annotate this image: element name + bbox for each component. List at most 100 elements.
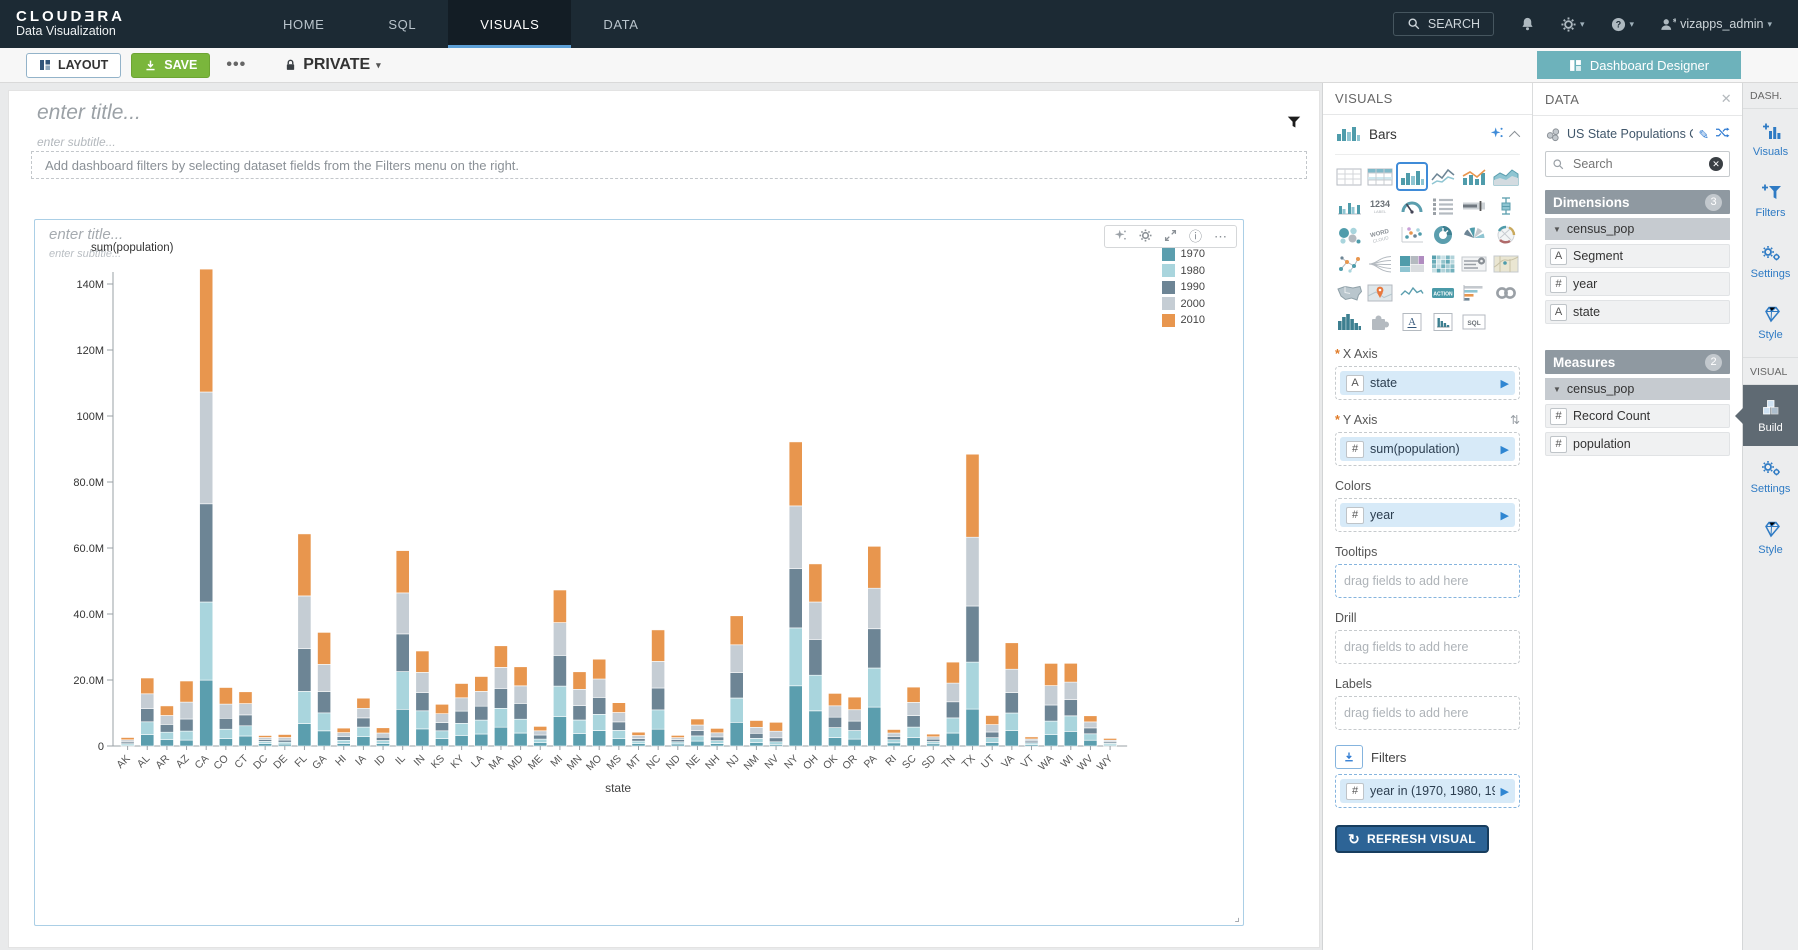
user-menu-button[interactable]: ✱ vizapps_admin ▾ <box>1660 17 1772 32</box>
y-axis-field-pill[interactable]: # sum(population) ▶ <box>1340 437 1515 461</box>
more-icon[interactable]: ⋯ <box>1214 230 1227 243</box>
save-button[interactable]: SAVE <box>131 53 210 78</box>
nav-tab-home[interactable]: HOME <box>251 0 356 48</box>
field-menu-caret-icon[interactable]: ▶ <box>1501 443 1509 456</box>
legend-item-1970[interactable]: 1970 <box>1162 246 1205 263</box>
nav-tab-data[interactable]: DATA <box>571 0 670 48</box>
edit-dataset-icon[interactable]: ✎ <box>1699 127 1709 142</box>
help-menu-button[interactable]: ? ▾ <box>1611 17 1635 32</box>
visual-type-grouped-bars-icon[interactable] <box>1335 193 1363 218</box>
field-row-segment[interactable]: ASegment <box>1545 244 1730 268</box>
sidebar-item-visual-build[interactable]: Build <box>1743 385 1798 446</box>
sidebar-item-dash-filters[interactable]: Filters <box>1743 170 1798 231</box>
search-button[interactable]: SEARCH <box>1393 12 1494 36</box>
more-actions-button[interactable]: ••• <box>226 56 246 74</box>
field-row-year[interactable]: #year <box>1545 272 1730 296</box>
expand-icon[interactable] <box>1164 229 1177 244</box>
visual-type-field-slicer-icon[interactable] <box>1460 251 1488 276</box>
sort-icon[interactable]: ⇅ <box>1510 413 1520 427</box>
sparkle-icon[interactable] <box>1490 126 1504 143</box>
field-row-record-count[interactable]: #Record Count <box>1545 404 1730 428</box>
dashboard-subtitle-input[interactable]: enter subtitle... <box>37 135 116 149</box>
drill-dropzone[interactable]: drag fields to add here <box>1335 630 1520 664</box>
sidebar-item-dash-style[interactable]: Style <box>1743 292 1798 353</box>
privacy-dropdown[interactable]: PRIVATE ▾ <box>284 56 381 74</box>
resize-handle-icon[interactable]: ⌟ <box>1234 910 1240 924</box>
dataset-name[interactable]: US State Populations O... <box>1567 127 1693 141</box>
sparkle-icon[interactable] <box>1114 229 1127 244</box>
close-icon[interactable]: ✕ <box>1721 91 1732 107</box>
y-axis-dropzone[interactable]: # sum(population) ▶ <box>1335 432 1520 466</box>
legend-item-2010[interactable]: 2010 <box>1162 312 1205 329</box>
field-menu-caret-icon[interactable]: ▶ <box>1501 377 1509 390</box>
visual-type-chord-icon[interactable] <box>1492 222 1520 247</box>
visual-type-areas-icon[interactable] <box>1492 164 1520 189</box>
field-menu-caret-icon[interactable]: ▶ <box>1501 785 1509 798</box>
sidebar-item-visual-settings[interactable]: Settings <box>1743 446 1798 507</box>
nav-tab-visuals[interactable]: VISUALS <box>448 0 571 48</box>
sidebar-item-visual-style[interactable]: Style <box>1743 507 1798 568</box>
stacked-bar-chart[interactable]: 020.0M40.0M60.0M80.0M100M120M140MAKALARA… <box>61 258 1171 811</box>
visual-type-link-icon[interactable] <box>1492 280 1520 305</box>
labels-dropzone[interactable]: drag fields to add here <box>1335 696 1520 730</box>
visual-type-rich-text-icon[interactable]: A <box>1398 309 1426 334</box>
field-menu-caret-icon[interactable]: ▶ <box>1501 509 1509 522</box>
notifications-button[interactable] <box>1520 16 1535 32</box>
legend-item-2000[interactable]: 2000 <box>1162 296 1205 313</box>
visual-type-gauge-icon[interactable] <box>1398 193 1426 218</box>
clear-search-icon[interactable]: ✕ <box>1709 157 1723 171</box>
visual-type-timeline-chart-icon[interactable] <box>1429 309 1457 334</box>
visual-type-action-button-icon[interactable]: ACTION <box>1429 280 1457 305</box>
visual-tile[interactable]: enter title... enter subtitle... ⓘ ⋯ sum… <box>34 219 1244 926</box>
dimensions-header[interactable]: Dimensions 3 <box>1545 190 1730 214</box>
gear-icon[interactable] <box>1139 229 1152 244</box>
visual-type-dendrogram-icon[interactable] <box>1366 251 1394 276</box>
switch-dataset-icon[interactable] <box>1715 126 1730 142</box>
dashboard-title-input[interactable]: enter title... <box>37 101 141 125</box>
info-icon[interactable]: ⓘ <box>1189 230 1202 243</box>
collapse-chevron-icon[interactable] <box>1509 130 1520 141</box>
visual-type-sparklines-icon[interactable] <box>1398 280 1426 305</box>
visual-type-kpi-icon[interactable]: 1234LABEL <box>1366 193 1394 218</box>
x-axis-field-pill[interactable]: A state ▶ <box>1340 371 1515 395</box>
nav-tab-sql[interactable]: SQL <box>356 0 448 48</box>
dashboard-designer-button[interactable]: Dashboard Designer <box>1537 51 1741 79</box>
visual-type-packed-bubbles-icon[interactable] <box>1335 222 1363 247</box>
visual-type-box-plot-icon[interactable] <box>1492 193 1520 218</box>
field-search-input[interactable] <box>1571 156 1703 172</box>
visual-type-bars-icon[interactable] <box>1398 164 1426 189</box>
sidebar-item-dash-visuals[interactable]: Visuals <box>1743 109 1798 170</box>
visual-type-histogram-icon[interactable] <box>1335 309 1363 334</box>
visual-type-lines-icon[interactable] <box>1429 164 1457 189</box>
visual-type-route-map-icon[interactable] <box>1492 251 1520 276</box>
colors-field-pill[interactable]: # year ▶ <box>1340 503 1515 527</box>
sidebar-item-dash-settings[interactable]: Settings <box>1743 231 1798 292</box>
filter-field-pill[interactable]: # year in (1970, 1980, 1990,... ▶ <box>1340 779 1515 803</box>
visual-type-bullet-icon[interactable] <box>1460 193 1488 218</box>
dimensions-table-group[interactable]: ▼ census_pop <box>1545 218 1730 240</box>
field-row-population[interactable]: #population <box>1545 432 1730 456</box>
visual-type-treemap-icon[interactable] <box>1398 251 1426 276</box>
visual-type-row[interactable]: Bars <box>1335 115 1520 155</box>
filters-download-button[interactable] <box>1335 745 1363 769</box>
visual-type-pin-map-icon[interactable] <box>1366 280 1394 305</box>
visual-type-legend-list-icon[interactable] <box>1429 193 1457 218</box>
field-search[interactable]: ✕ <box>1545 151 1730 177</box>
filters-dropzone[interactable]: # year in (1970, 1980, 1990,... ▶ <box>1335 774 1520 808</box>
measures-table-group[interactable]: ▼ census_pop <box>1545 378 1730 400</box>
field-row-state[interactable]: Astate <box>1545 300 1730 324</box>
legend-item-1980[interactable]: 1980 <box>1162 263 1205 280</box>
settings-menu-button[interactable]: ▾ <box>1561 17 1585 32</box>
visual-type-scatter-icon[interactable] <box>1398 222 1426 247</box>
visual-type-bar-ranking-icon[interactable] <box>1460 280 1488 305</box>
visual-type-heatmap-icon[interactable] <box>1429 251 1457 276</box>
visual-type-extension-icon[interactable] <box>1366 309 1394 334</box>
visual-type-data-table-icon[interactable] <box>1366 164 1394 189</box>
legend-item-1990[interactable]: 1990 <box>1162 279 1205 296</box>
measures-header[interactable]: Measures 2 <box>1545 350 1730 374</box>
visual-type-pie-icon[interactable] <box>1460 222 1488 247</box>
visual-type-combined-bar-line-icon[interactable] <box>1460 164 1488 189</box>
visual-type-sql-icon[interactable]: SQL <box>1460 309 1488 334</box>
dashboard-filter-icon[interactable] <box>1287 115 1301 135</box>
tooltips-dropzone[interactable]: drag fields to add here <box>1335 564 1520 598</box>
